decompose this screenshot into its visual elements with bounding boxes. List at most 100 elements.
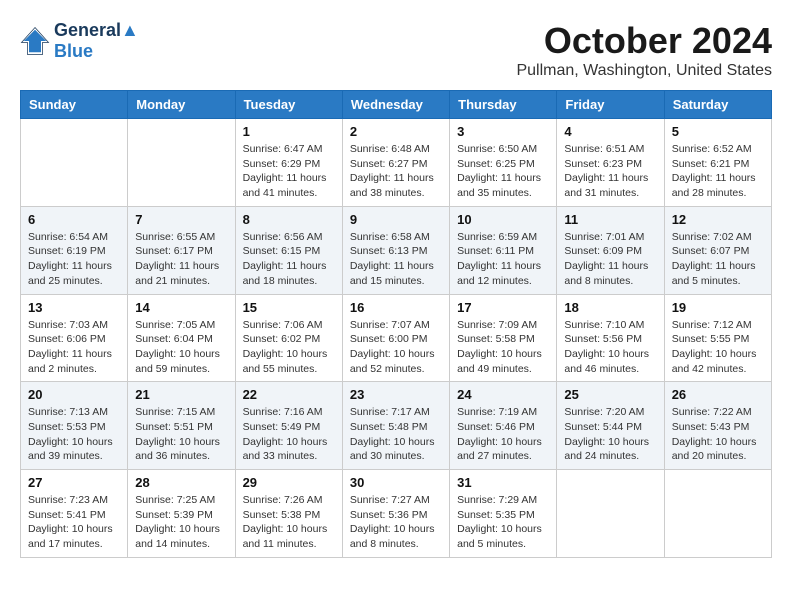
table-row: 13Sunrise: 7:03 AMSunset: 6:06 PMDayligh… bbox=[21, 294, 128, 382]
day-info: Sunset: 6:27 PM bbox=[350, 157, 442, 172]
day-info: Sunset: 5:58 PM bbox=[457, 332, 549, 347]
day-info: Daylight: 10 hours and 55 minutes. bbox=[243, 347, 335, 376]
table-row: 23Sunrise: 7:17 AMSunset: 5:48 PMDayligh… bbox=[342, 382, 449, 470]
day-info: Daylight: 11 hours and 35 minutes. bbox=[457, 171, 549, 200]
table-row: 31Sunrise: 7:29 AMSunset: 5:35 PMDayligh… bbox=[450, 470, 557, 558]
table-row: 7Sunrise: 6:55 AMSunset: 6:17 PMDaylight… bbox=[128, 206, 235, 294]
day-info: Sunrise: 7:10 AM bbox=[564, 318, 656, 333]
header-friday: Friday bbox=[557, 91, 664, 119]
day-info: Daylight: 11 hours and 38 minutes. bbox=[350, 171, 442, 200]
day-info: Daylight: 10 hours and 59 minutes. bbox=[135, 347, 227, 376]
day-info: Daylight: 10 hours and 49 minutes. bbox=[457, 347, 549, 376]
day-info: Sunrise: 6:59 AM bbox=[457, 230, 549, 245]
day-info: Sunset: 5:43 PM bbox=[672, 420, 764, 435]
day-info: Sunrise: 6:47 AM bbox=[243, 142, 335, 157]
table-row: 14Sunrise: 7:05 AMSunset: 6:04 PMDayligh… bbox=[128, 294, 235, 382]
day-info: Sunset: 6:15 PM bbox=[243, 244, 335, 259]
header-monday: Monday bbox=[128, 91, 235, 119]
day-info: Sunset: 6:02 PM bbox=[243, 332, 335, 347]
day-info: Sunrise: 7:29 AM bbox=[457, 493, 549, 508]
day-info: Sunrise: 7:26 AM bbox=[243, 493, 335, 508]
day-number: 27 bbox=[28, 475, 120, 490]
day-number: 19 bbox=[672, 300, 764, 315]
day-info: Sunrise: 7:09 AM bbox=[457, 318, 549, 333]
day-number: 21 bbox=[135, 387, 227, 402]
table-row: 4Sunrise: 6:51 AMSunset: 6:23 PMDaylight… bbox=[557, 119, 664, 207]
day-info: Sunset: 6:04 PM bbox=[135, 332, 227, 347]
day-info: Daylight: 11 hours and 28 minutes. bbox=[672, 171, 764, 200]
day-info: Sunrise: 7:17 AM bbox=[350, 405, 442, 420]
day-number: 30 bbox=[350, 475, 442, 490]
day-info: Sunset: 5:53 PM bbox=[28, 420, 120, 435]
day-number: 29 bbox=[243, 475, 335, 490]
day-info: Daylight: 10 hours and 27 minutes. bbox=[457, 435, 549, 464]
day-info: Sunset: 5:48 PM bbox=[350, 420, 442, 435]
day-info: Daylight: 11 hours and 21 minutes. bbox=[135, 259, 227, 288]
table-row: 15Sunrise: 7:06 AMSunset: 6:02 PMDayligh… bbox=[235, 294, 342, 382]
day-info: Daylight: 10 hours and 46 minutes. bbox=[564, 347, 656, 376]
day-info: Daylight: 11 hours and 41 minutes. bbox=[243, 171, 335, 200]
day-info: Daylight: 10 hours and 11 minutes. bbox=[243, 522, 335, 551]
logo: General▲ Blue bbox=[20, 20, 139, 62]
day-info: Sunset: 6:25 PM bbox=[457, 157, 549, 172]
day-info: Sunset: 5:41 PM bbox=[28, 508, 120, 523]
day-info: Sunset: 6:06 PM bbox=[28, 332, 120, 347]
calendar: Sunday Monday Tuesday Wednesday Thursday… bbox=[20, 90, 772, 558]
day-number: 2 bbox=[350, 124, 442, 139]
table-row bbox=[557, 470, 664, 558]
day-info: Sunset: 5:46 PM bbox=[457, 420, 549, 435]
day-info: Sunrise: 6:52 AM bbox=[672, 142, 764, 157]
week-row-3: 13Sunrise: 7:03 AMSunset: 6:06 PMDayligh… bbox=[21, 294, 772, 382]
day-info: Daylight: 10 hours and 14 minutes. bbox=[135, 522, 227, 551]
day-info: Sunrise: 7:15 AM bbox=[135, 405, 227, 420]
table-row bbox=[128, 119, 235, 207]
table-row: 3Sunrise: 6:50 AMSunset: 6:25 PMDaylight… bbox=[450, 119, 557, 207]
day-info: Daylight: 11 hours and 15 minutes. bbox=[350, 259, 442, 288]
table-row: 25Sunrise: 7:20 AMSunset: 5:44 PMDayligh… bbox=[557, 382, 664, 470]
weekday-header-row: Sunday Monday Tuesday Wednesday Thursday… bbox=[21, 91, 772, 119]
header-saturday: Saturday bbox=[664, 91, 771, 119]
day-info: Daylight: 11 hours and 25 minutes. bbox=[28, 259, 120, 288]
day-info: Daylight: 10 hours and 36 minutes. bbox=[135, 435, 227, 464]
day-info: Sunrise: 7:19 AM bbox=[457, 405, 549, 420]
day-info: Sunset: 5:35 PM bbox=[457, 508, 549, 523]
table-row: 16Sunrise: 7:07 AMSunset: 6:00 PMDayligh… bbox=[342, 294, 449, 382]
table-row: 8Sunrise: 6:56 AMSunset: 6:15 PMDaylight… bbox=[235, 206, 342, 294]
day-info: Sunrise: 7:16 AM bbox=[243, 405, 335, 420]
day-info: Daylight: 11 hours and 12 minutes. bbox=[457, 259, 549, 288]
table-row: 5Sunrise: 6:52 AMSunset: 6:21 PMDaylight… bbox=[664, 119, 771, 207]
day-info: Sunrise: 6:50 AM bbox=[457, 142, 549, 157]
day-info: Sunset: 5:38 PM bbox=[243, 508, 335, 523]
page-header: General▲ Blue October 2024 Pullman, Wash… bbox=[20, 20, 772, 80]
table-row: 17Sunrise: 7:09 AMSunset: 5:58 PMDayligh… bbox=[450, 294, 557, 382]
day-number: 18 bbox=[564, 300, 656, 315]
day-number: 16 bbox=[350, 300, 442, 315]
day-info: Daylight: 10 hours and 20 minutes. bbox=[672, 435, 764, 464]
day-info: Daylight: 10 hours and 5 minutes. bbox=[457, 522, 549, 551]
table-row: 24Sunrise: 7:19 AMSunset: 5:46 PMDayligh… bbox=[450, 382, 557, 470]
day-info: Sunset: 6:13 PM bbox=[350, 244, 442, 259]
table-row: 18Sunrise: 7:10 AMSunset: 5:56 PMDayligh… bbox=[557, 294, 664, 382]
day-info: Daylight: 11 hours and 2 minutes. bbox=[28, 347, 120, 376]
day-info: Sunset: 6:00 PM bbox=[350, 332, 442, 347]
day-info: Sunset: 6:11 PM bbox=[457, 244, 549, 259]
day-info: Daylight: 11 hours and 18 minutes. bbox=[243, 259, 335, 288]
day-number: 25 bbox=[564, 387, 656, 402]
day-number: 23 bbox=[350, 387, 442, 402]
day-info: Sunset: 5:49 PM bbox=[243, 420, 335, 435]
month-title: October 2024 bbox=[516, 20, 772, 62]
day-info: Daylight: 10 hours and 17 minutes. bbox=[28, 522, 120, 551]
header-thursday: Thursday bbox=[450, 91, 557, 119]
day-info: Sunset: 6:23 PM bbox=[564, 157, 656, 172]
table-row: 21Sunrise: 7:15 AMSunset: 5:51 PMDayligh… bbox=[128, 382, 235, 470]
table-row bbox=[21, 119, 128, 207]
day-info: Sunset: 6:21 PM bbox=[672, 157, 764, 172]
week-row-1: 1Sunrise: 6:47 AMSunset: 6:29 PMDaylight… bbox=[21, 119, 772, 207]
table-row: 22Sunrise: 7:16 AMSunset: 5:49 PMDayligh… bbox=[235, 382, 342, 470]
day-info: Sunrise: 6:48 AM bbox=[350, 142, 442, 157]
header-sunday: Sunday bbox=[21, 91, 128, 119]
header-wednesday: Wednesday bbox=[342, 91, 449, 119]
table-row: 9Sunrise: 6:58 AMSunset: 6:13 PMDaylight… bbox=[342, 206, 449, 294]
day-number: 28 bbox=[135, 475, 227, 490]
day-info: Sunrise: 7:03 AM bbox=[28, 318, 120, 333]
